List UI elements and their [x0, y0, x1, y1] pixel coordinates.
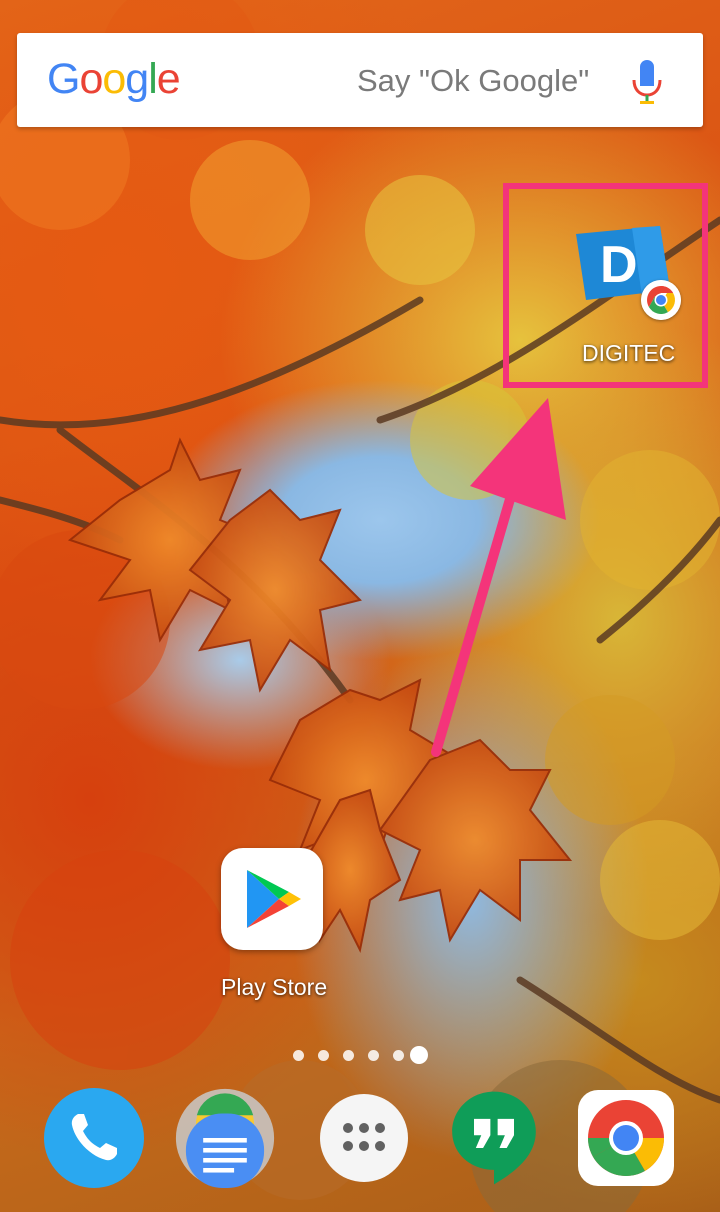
- google-logo-letter: o: [79, 55, 103, 103]
- page-dot: [318, 1050, 329, 1061]
- page-dot: [343, 1050, 354, 1061]
- google-search-bar[interactable]: Google Say "Ok Google": [17, 33, 703, 127]
- search-hint-text: Say "Ok Google": [357, 63, 590, 98]
- highlight-box: [503, 183, 708, 388]
- page-dot: [393, 1050, 404, 1061]
- google-logo-letter: G: [47, 55, 80, 103]
- play-store-label: Play Store: [221, 974, 328, 1000]
- google-logo-letter: g: [125, 55, 149, 103]
- play-store-icon: [247, 870, 301, 928]
- messages-folder-icon[interactable]: [175, 1088, 275, 1188]
- chrome-icon[interactable]: [576, 1088, 676, 1188]
- phone-icon[interactable]: [44, 1088, 144, 1188]
- page-dot: [293, 1050, 304, 1061]
- page-dot-active: [410, 1046, 428, 1064]
- google-logo-letter: l: [148, 55, 158, 103]
- google-logo-letter: e: [156, 55, 181, 103]
- hangouts-icon[interactable]: [444, 1088, 544, 1188]
- google-logo-letter: o: [102, 55, 126, 103]
- google-logo: Google: [47, 55, 181, 104]
- microphone-icon[interactable]: [629, 58, 665, 106]
- app-drawer-icon[interactable]: [314, 1088, 414, 1188]
- page-dot: [368, 1050, 379, 1061]
- play-store-icon-tile: [221, 848, 323, 950]
- wallpaper-image: [0, 0, 720, 1212]
